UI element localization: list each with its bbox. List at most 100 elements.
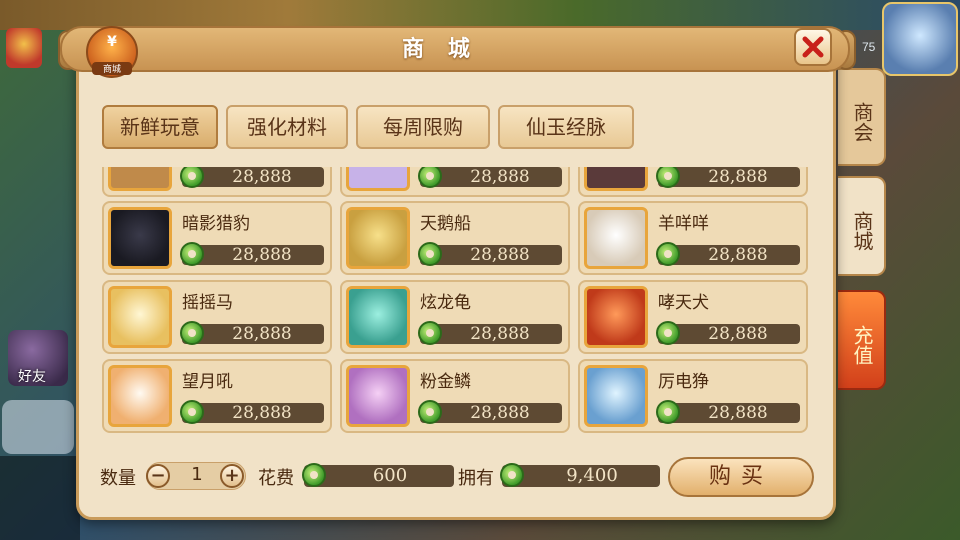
tab-weekly-limited[interactable]: 每周限购 <box>356 105 490 149</box>
tab-jade-meridian[interactable]: 仙玉经脉 <box>498 105 634 149</box>
item-name: 望月吼 <box>182 372 233 392</box>
item-card[interactable]: 暗影猎豹 28,888 <box>102 201 332 275</box>
item-price: 28,888 <box>470 167 530 187</box>
item-price: 28,888 <box>708 245 768 265</box>
jade-coin-icon <box>180 167 204 188</box>
item-name: 天鹅船 <box>420 214 471 234</box>
item-price: 28,888 <box>470 245 530 265</box>
item-price: 28,888 <box>708 167 768 187</box>
mount-image <box>346 207 410 269</box>
mount-image <box>346 365 410 427</box>
mount-image <box>584 167 648 191</box>
price-bar: 28,888 <box>656 167 800 188</box>
price-bar: 28,888 <box>180 167 324 188</box>
price-bar: 28,888 <box>418 242 562 266</box>
mount-image <box>584 365 648 427</box>
item-card[interactable]: 厉电狰 28,888 <box>578 359 808 433</box>
buy-button[interactable]: 购买 <box>668 457 814 497</box>
item-card[interactable]: 天鹅船 28,888 <box>340 201 570 275</box>
item-price: 28,888 <box>232 324 292 344</box>
mount-image <box>108 167 172 191</box>
item-card[interactable]: 28,888 <box>340 167 570 197</box>
item-name: 暗影猎豹 <box>182 214 250 234</box>
item-name: 炫龙龟 <box>420 293 471 313</box>
close-button[interactable] <box>794 28 832 66</box>
event-avatar-icon[interactable] <box>6 28 42 68</box>
cost-bar: 600 <box>302 463 454 487</box>
jade-coin-icon <box>180 321 204 345</box>
price-bar: 28,888 <box>418 321 562 345</box>
price-bar: 28,888 <box>656 400 800 424</box>
price-bar: 28,888 <box>656 321 800 345</box>
player-level: 75 <box>862 40 876 54</box>
item-card[interactable]: 28,888 <box>578 167 808 197</box>
item-card[interactable]: 望月吼 28,888 <box>102 359 332 433</box>
chat-bubble-icon[interactable] <box>2 400 74 454</box>
item-name: 哮天犬 <box>658 293 709 313</box>
item-price: 28,888 <box>232 245 292 265</box>
item-card[interactable]: 炫龙龟 28,888 <box>340 280 570 354</box>
side-tab-recharge[interactable]: 充值 <box>838 290 886 390</box>
item-card[interactable]: 羊咩咩 28,888 <box>578 201 808 275</box>
item-card[interactable]: 粉金鳞 28,888 <box>340 359 570 433</box>
mount-image <box>584 286 648 348</box>
item-price: 28,888 <box>232 167 292 187</box>
side-tab-shop[interactable]: 商城 <box>838 176 886 276</box>
price-bar: 28,888 <box>418 400 562 424</box>
tab-novelty[interactable]: 新鲜玩意 <box>102 105 218 149</box>
side-tab-market[interactable]: 商会 <box>838 68 886 166</box>
mount-image <box>108 286 172 348</box>
quantity-minus-button[interactable]: − <box>146 464 170 488</box>
jade-coin-icon <box>302 463 326 487</box>
jade-coin-icon <box>418 321 442 345</box>
jade-coin-icon <box>656 400 680 424</box>
jade-coin-icon <box>418 400 442 424</box>
mount-image <box>108 365 172 427</box>
owned-value: 9,400 <box>566 465 618 486</box>
item-card[interactable]: 摇摇马 28,888 <box>102 280 332 354</box>
item-price: 28,888 <box>470 324 530 344</box>
price-bar: 28,888 <box>180 321 324 345</box>
friend-label: 好友 <box>18 369 46 385</box>
close-x-icon <box>802 36 824 58</box>
price-bar: 28,888 <box>180 400 324 424</box>
item-name: 羊咩咩 <box>658 214 709 234</box>
jade-coin-icon <box>180 400 204 424</box>
jade-coin-icon <box>418 242 442 266</box>
price-bar: 28,888 <box>180 242 324 266</box>
mount-image <box>346 167 410 191</box>
owned-label: 拥有 <box>458 468 494 489</box>
item-price: 28,888 <box>232 403 292 423</box>
mount-image <box>346 286 410 348</box>
jade-coin-icon <box>180 242 204 266</box>
cost-value: 600 <box>372 465 408 486</box>
price-bar: 28,888 <box>418 167 562 188</box>
item-name: 厉电狰 <box>658 372 709 392</box>
jade-coin-icon <box>656 167 680 188</box>
yen-icon: ¥ <box>107 34 117 50</box>
page-title: 商 城 <box>402 37 478 62</box>
item-name: 摇摇马 <box>182 293 233 313</box>
item-name: 粉金鳞 <box>420 372 471 392</box>
quantity-plus-button[interactable]: + <box>220 464 244 488</box>
item-card[interactable]: 哮天犬 28,888 <box>578 280 808 354</box>
tab-enhance-materials[interactable]: 强化材料 <box>226 105 348 149</box>
price-bar: 28,888 <box>656 242 800 266</box>
item-card[interactable]: 28,888 <box>102 167 332 197</box>
player-portrait[interactable] <box>882 2 958 76</box>
item-price: 28,888 <box>708 403 768 423</box>
jade-coin-icon <box>418 167 442 188</box>
owned-bar: 9,400 <box>500 463 660 487</box>
item-price: 28,888 <box>708 324 768 344</box>
item-list[interactable]: 28,888 28,888 28,888 暗影猎豹 28,888 天鹅船 28,… <box>102 167 808 437</box>
mount-image <box>108 207 172 269</box>
mount-image <box>584 207 648 269</box>
jade-coin-icon <box>500 463 524 487</box>
chat-log[interactable] <box>0 456 80 540</box>
jade-coin-icon <box>656 321 680 345</box>
jade-coin-icon <box>656 242 680 266</box>
quantity-label: 数量 <box>100 468 136 489</box>
item-price: 28,888 <box>470 403 530 423</box>
shop-icon-label: 商城 <box>92 62 132 75</box>
quantity-value[interactable]: 1 <box>180 464 214 485</box>
